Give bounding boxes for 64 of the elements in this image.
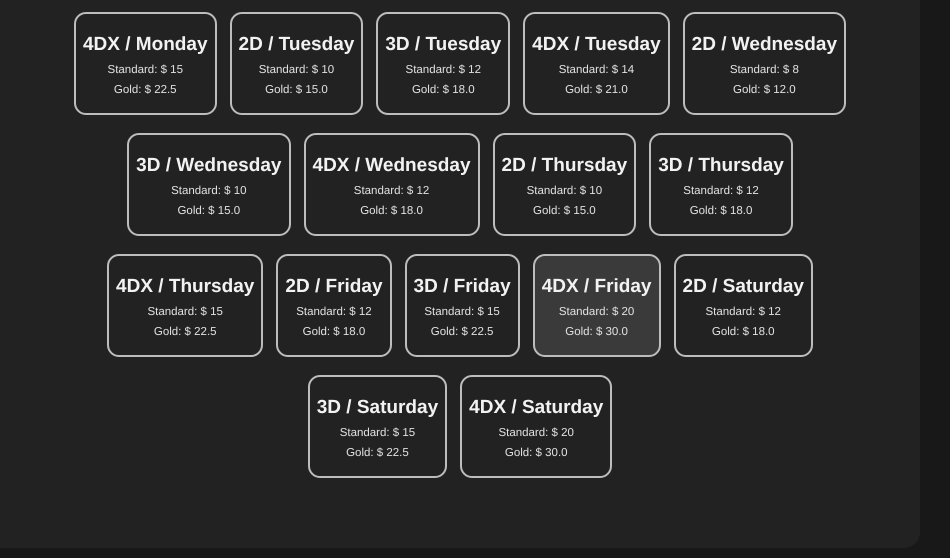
premium-price: Gold: $ 22.5 bbox=[114, 84, 177, 96]
price-card[interactable]: 2D / Tuesday Standard: $ 10 Gold: $ 15.0 bbox=[230, 12, 364, 115]
card-title: 4DX / Monday bbox=[82, 34, 208, 56]
premium-price: Gold: $ 15.0 bbox=[265, 84, 328, 96]
premium-price: Gold: $ 22.5 bbox=[346, 447, 409, 459]
price-card[interactable]: 2D / Thursday Standard: $ 10 Gold: $ 15.0 bbox=[492, 133, 636, 236]
premium-price: Gold: $ 22.5 bbox=[430, 326, 494, 338]
standard-price: Standard: $ 10 bbox=[526, 185, 602, 197]
price-card[interactable]: 2D / Wednesday Standard: $ 8 Gold: $ 12.0 bbox=[682, 12, 846, 115]
card-title: 4DX / Friday bbox=[542, 276, 652, 298]
card-title: 4DX / Wednesday bbox=[312, 155, 471, 177]
card-title: 4DX / Saturday bbox=[469, 397, 604, 419]
standard-price: Standard: $ 15 bbox=[340, 427, 416, 439]
price-card[interactable]: 3D / Tuesday Standard: $ 12 Gold: $ 18.0 bbox=[376, 12, 510, 115]
price-card[interactable]: 4DX / Wednesday Standard: $ 12 Gold: $ 18.0 bbox=[304, 133, 480, 236]
premium-price: Gold: $ 18.0 bbox=[412, 84, 475, 96]
standard-price: Standard: $ 15 bbox=[424, 306, 500, 318]
price-card[interactable]: 2D / Friday Standard: $ 12 Gold: $ 18.0 bbox=[276, 254, 392, 357]
price-card[interactable]: 4DX / Friday Standard: $ 20 Gold: $ 30.0 bbox=[532, 254, 661, 357]
card-title: 3D / Wednesday bbox=[136, 155, 282, 177]
card-title: 3D / Thursday bbox=[658, 155, 784, 177]
card-title: 4DX / Thursday bbox=[116, 276, 254, 298]
premium-price: Gold: $ 18.0 bbox=[302, 326, 366, 338]
standard-price: Standard: $ 12 bbox=[406, 64, 481, 76]
standard-price: Standard: $ 15 bbox=[108, 64, 183, 76]
standard-price: Standard: $ 12 bbox=[354, 185, 430, 197]
standard-price: Standard: $ 8 bbox=[730, 64, 799, 76]
card-title: 2D / Tuesday bbox=[238, 34, 354, 56]
card-title: 2D / Friday bbox=[285, 276, 383, 298]
premium-price: Gold: $ 22.5 bbox=[154, 326, 217, 338]
standard-price: Standard: $ 20 bbox=[558, 306, 634, 318]
premium-price: Gold: $ 30.0 bbox=[504, 447, 568, 459]
premium-price: Gold: $ 21.0 bbox=[565, 84, 628, 96]
card-title: 4DX / Tuesday bbox=[532, 34, 661, 56]
price-card[interactable]: 4DX / Saturday Standard: $ 20 Gold: $ 30.0 bbox=[460, 375, 612, 478]
standard-price: Standard: $ 20 bbox=[498, 427, 574, 439]
premium-price: Gold: $ 18.0 bbox=[690, 205, 752, 217]
price-card[interactable]: 4DX / Tuesday Standard: $ 14 Gold: $ 21.0 bbox=[523, 12, 670, 115]
standard-price: Standard: $ 10 bbox=[258, 64, 334, 76]
premium-price: Gold: $ 18.0 bbox=[712, 326, 775, 338]
price-card[interactable]: 3D / Wednesday Standard: $ 10 Gold: $ 15.0 bbox=[127, 133, 290, 236]
premium-price: Gold: $ 18.0 bbox=[360, 205, 423, 217]
price-card[interactable]: 3D / Saturday Standard: $ 15 Gold: $ 22.5 bbox=[308, 375, 448, 478]
price-card[interactable]: 2D / Saturday Standard: $ 12 Gold: $ 18.0 bbox=[674, 254, 813, 357]
price-card[interactable]: 3D / Thursday Standard: $ 12 Gold: $ 18.0 bbox=[649, 133, 793, 236]
standard-price: Standard: $ 12 bbox=[683, 185, 759, 197]
standard-price: Standard: $ 14 bbox=[558, 64, 634, 76]
price-card[interactable]: 4DX / Monday Standard: $ 15 Gold: $ 22.5 bbox=[74, 12, 217, 115]
card-title: 3D / Saturday bbox=[316, 397, 438, 419]
price-card[interactable]: 4DX / Thursday Standard: $ 15 Gold: $ 22.5 bbox=[107, 254, 264, 357]
standard-price: Standard: $ 15 bbox=[147, 306, 223, 318]
card-title: 2D / Thursday bbox=[502, 155, 628, 177]
card-title: 2D / Saturday bbox=[682, 276, 804, 298]
premium-price: Gold: $ 15.0 bbox=[177, 205, 240, 217]
card-title: 2D / Wednesday bbox=[692, 34, 838, 56]
card-title: 3D / Tuesday bbox=[385, 34, 502, 56]
premium-price: Gold: $ 12.0 bbox=[733, 84, 796, 96]
price-card[interactable]: 3D / Friday Standard: $ 15 Gold: $ 22.5 bbox=[404, 254, 520, 357]
standard-price: Standard: $ 12 bbox=[706, 306, 781, 318]
standard-price: Standard: $ 12 bbox=[296, 306, 372, 318]
card-title: 3D / Friday bbox=[414, 276, 511, 298]
premium-price: Gold: $ 30.0 bbox=[565, 326, 628, 338]
standard-price: Standard: $ 10 bbox=[171, 185, 247, 197]
premium-price: Gold: $ 15.0 bbox=[533, 205, 596, 217]
